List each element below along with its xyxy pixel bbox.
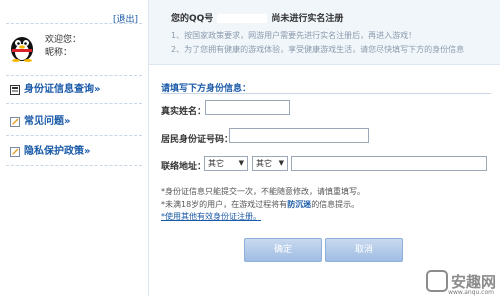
masked-qq-number: [217, 14, 268, 23]
cancel-button[interactable]: 取消: [325, 238, 403, 262]
sidebar-item-label: 身份证信息查询»: [24, 84, 101, 95]
notice-line-1: 1、按国家政策要求，网游用户需要先进行实名注册后，再进入游戏！: [171, 31, 417, 40]
note-1: *身份证信息只能提交一次，不能随意修改，请慎重填写。: [161, 187, 365, 196]
qq-penguin-avatar: [11, 37, 33, 62]
main-panel: 您的QQ号 尚未进行实名注册 1、按国家政策要求，网游用户需要先进行实名注册后，再…: [149, 0, 500, 296]
anti-addiction-link[interactable]: 防沉迷: [287, 200, 311, 209]
notice-prefix: 您的QQ号: [171, 14, 214, 24]
notice-box: 您的QQ号 尚未进行实名注册 1、按国家政策要求，网游用户需要先进行实名注册后，再…: [149, 0, 500, 65]
welcome-text: 欢迎您： 昵称：: [45, 34, 81, 60]
notice-line-2: 2、为了您拥有健康的游戏体验，享受健康游戏生活，请您尽快填写下方的身份信息: [171, 45, 465, 54]
id-number-label: 居民身份证号码：: [161, 135, 234, 145]
real-name-input[interactable]: [205, 100, 290, 115]
sidebar-item-label: 常见问题»: [24, 116, 71, 127]
sidebar-item-id-query[interactable]: 身份证信息查询»: [10, 83, 100, 97]
note-2-prefix: *未满18岁的用户，在游戏过程将有: [161, 200, 288, 209]
welcome-label: 欢迎您：: [45, 35, 82, 45]
city-select-value: 其它: [256, 159, 272, 168]
sidebar: [退出] 欢迎您： 昵称： 身份证信息查询» 常见问题» 隐私保护政策»: [0, 0, 149, 296]
nav-divider: [6, 135, 142, 136]
notice-suffix: 尚未进行实名注册: [271, 14, 344, 24]
sidebar-item-faq[interactable]: 常见问题»: [10, 115, 70, 129]
name-label: 真实姓名：: [161, 107, 207, 117]
watermark-site: www.anqu.com: [448, 289, 494, 296]
nav-divider: [6, 103, 142, 104]
id-card-icon: [10, 85, 20, 95]
id-number-input[interactable]: [229, 128, 369, 143]
sidebar-item-privacy[interactable]: 隐私保护政策»: [10, 145, 90, 159]
form-divider: [161, 93, 491, 94]
address-label: 联络地址：: [161, 162, 207, 172]
watermark-logo-icon: [425, 270, 448, 292]
nav-divider: [6, 165, 142, 166]
pencil-icon: [10, 147, 20, 157]
province-select-value: 其它: [208, 159, 224, 168]
note-3: *使用其他有效身份证注册。: [161, 211, 261, 222]
sidebar-item-label: 隐私保护政策»: [24, 146, 91, 157]
province-select[interactable]: 其它 ▼: [204, 156, 248, 171]
notice-title: 您的QQ号 尚未进行实名注册: [171, 11, 343, 24]
sidebar-divider: [6, 23, 142, 24]
nav-divider: [6, 75, 142, 76]
note-2-suffix: 的信息提示。: [311, 200, 360, 209]
dropdown-arrow-icon: ▼: [278, 159, 284, 167]
note-2: *未满18岁的用户，在游戏过程将有防沉迷的信息提示。: [161, 199, 359, 210]
other-id-link[interactable]: *使用其他有效身份证注册。: [161, 212, 261, 221]
confirm-button[interactable]: 确定: [244, 238, 322, 262]
address-input[interactable]: [291, 156, 487, 171]
city-select[interactable]: 其它 ▼: [252, 156, 288, 171]
nickname-label: 昵称：: [45, 48, 73, 58]
pencil-icon: [10, 117, 20, 127]
dropdown-arrow-icon: ▼: [238, 159, 244, 167]
